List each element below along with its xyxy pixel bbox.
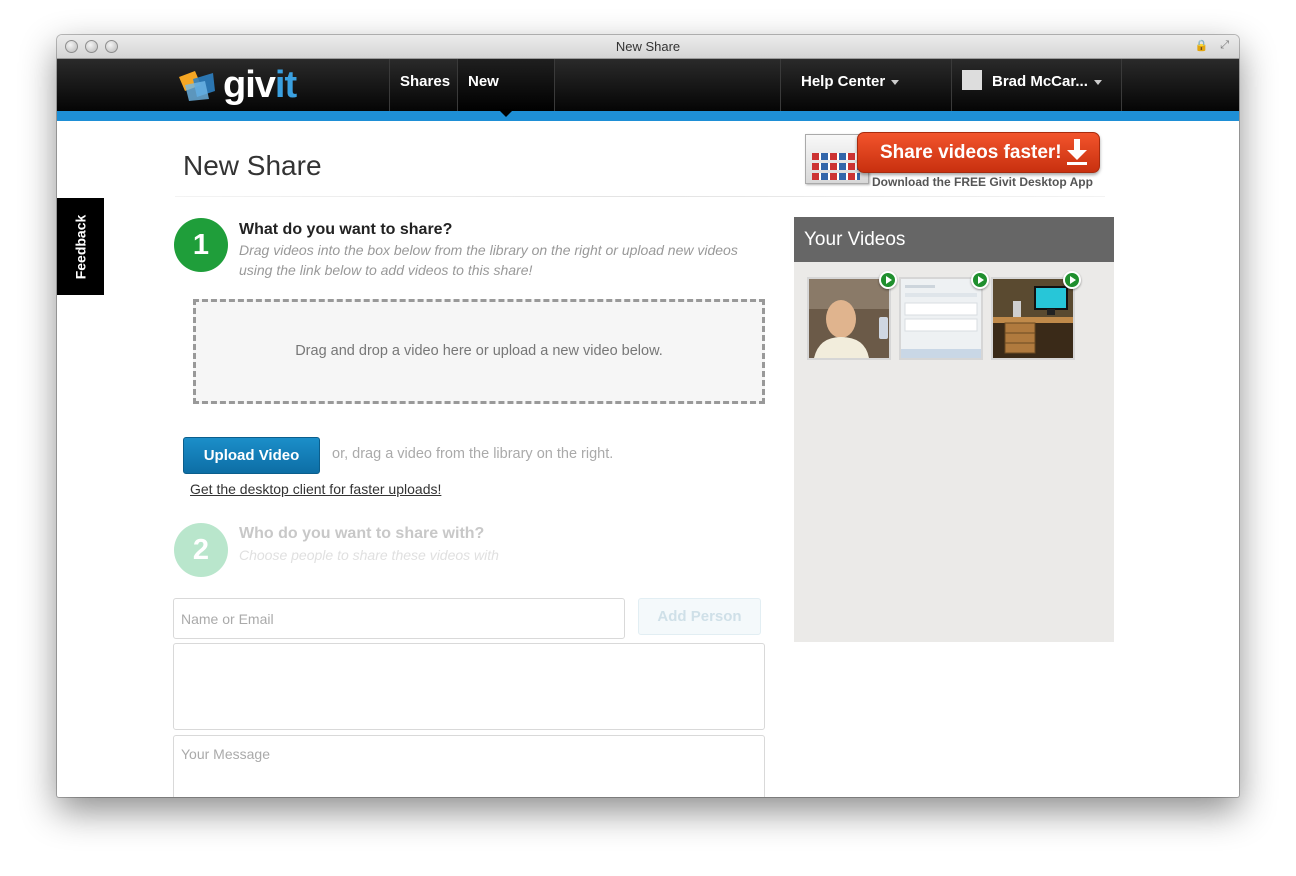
logo-wordmark: givit xyxy=(223,64,297,106)
logo-text-giv: giv xyxy=(223,64,276,106)
step-1-heading: What do you want to share? xyxy=(239,221,453,238)
title-bar: New Share 🔒 ⤢ xyxy=(57,35,1239,59)
givit-logo[interactable]: givit xyxy=(175,64,297,106)
step-2-heading: Who do you want to share with? xyxy=(239,525,485,542)
browser-window: New Share 🔒 ⤢ givit Shares New Share Hel… xyxy=(57,35,1239,797)
nav-help-center-label: Help Center xyxy=(801,73,886,90)
upload-video-button[interactable]: Upload Video xyxy=(183,437,320,474)
step-1-badge: 1 xyxy=(174,218,228,272)
feedback-tab[interactable]: Feedback xyxy=(57,198,104,295)
video-thumbnail[interactable] xyxy=(991,271,1081,360)
nav-new-share[interactable]: New Share xyxy=(457,59,555,136)
add-person-button[interactable]: Add Person xyxy=(638,598,761,635)
window-title: New Share xyxy=(615,39,681,54)
video-thumbnail[interactable] xyxy=(899,271,989,360)
play-icon[interactable] xyxy=(1063,271,1081,289)
video-dropzone[interactable]: Drag and drop a video here or upload a n… xyxy=(193,299,765,404)
top-navbar: givit Shares New Share Help Center Brad … xyxy=(57,59,1239,136)
user-name: Brad McCar... xyxy=(992,73,1088,90)
chevron-down-icon xyxy=(1093,79,1102,85)
step-2-badge: 2 xyxy=(174,523,228,577)
your-videos-title: Your Videos xyxy=(794,217,1114,262)
drag-hint-text: or, drag a video from the library on the… xyxy=(332,446,614,462)
name-or-email-input[interactable] xyxy=(174,599,624,638)
page-title: New Share xyxy=(183,150,322,181)
step-2-description: Choose people to share these videos with xyxy=(239,547,499,563)
lock-icon: 🔒 xyxy=(1194,40,1209,52)
logo-text-it: it xyxy=(274,64,297,106)
download-icon xyxy=(1067,139,1087,165)
desktop-app-promo[interactable]: Share videos faster! Download the FREE G… xyxy=(805,132,1102,190)
message-input[interactable] xyxy=(174,736,764,797)
promo-subtext: Download the FREE Givit Desktop App xyxy=(872,175,1093,189)
desktop-client-link[interactable]: Get the desktop client for faster upload… xyxy=(190,481,441,497)
user-menu[interactable]: Brad McCar... xyxy=(951,59,1122,111)
screencast-video-icon xyxy=(901,279,981,358)
share-faster-label: Share videos faster! xyxy=(880,142,1062,163)
recipients-list[interactable] xyxy=(173,643,765,730)
play-icon[interactable] xyxy=(879,271,897,289)
givit-logo-icon xyxy=(175,67,219,103)
accent-strip xyxy=(57,111,1239,121)
video-thumbnail[interactable] xyxy=(807,271,897,360)
step-1-desc-line-1: Drag videos into the box below from the … xyxy=(239,242,738,258)
fullscreen-icon[interactable]: ⤢ xyxy=(1220,39,1229,52)
person-video-icon xyxy=(809,279,889,358)
titlebar-right-controls: 🔒 ⤢ xyxy=(1194,39,1229,52)
step-1-description: Drag videos into the box below from the … xyxy=(239,240,738,280)
nav-shares-label: Shares xyxy=(400,73,451,90)
active-tab-indicator xyxy=(498,109,514,117)
your-videos-panel: Your Videos xyxy=(794,217,1114,642)
share-faster-button[interactable]: Share videos faster! xyxy=(857,132,1100,173)
message-field xyxy=(173,735,765,797)
play-icon[interactable] xyxy=(971,271,989,289)
step-1-desc-line-2: using the link below to add videos to th… xyxy=(239,262,533,278)
nav-new-share-label: New Share xyxy=(468,73,510,136)
recipient-field xyxy=(173,598,625,639)
desk-video-icon xyxy=(993,279,1073,358)
nav-help-center[interactable]: Help Center xyxy=(780,59,951,111)
feedback-label: Feedback xyxy=(72,214,89,279)
title-divider xyxy=(175,196,1105,197)
avatar xyxy=(962,70,982,91)
nav-shares[interactable]: Shares xyxy=(389,59,460,111)
chevron-down-icon xyxy=(891,79,900,85)
